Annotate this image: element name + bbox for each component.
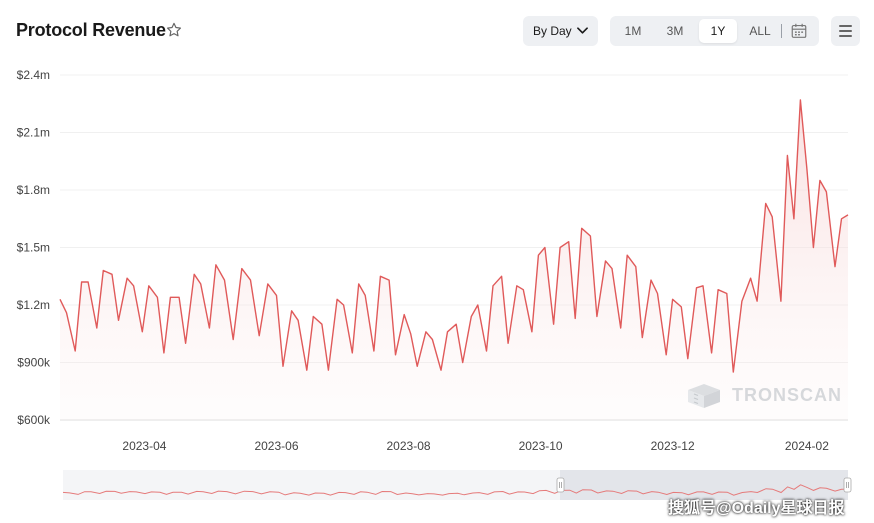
x-tick-label: 2023-04 (122, 439, 166, 453)
x-tick-label: 2023-10 (519, 439, 563, 453)
range-button-1m[interactable]: 1M (616, 19, 650, 43)
calendar-icon[interactable] (790, 22, 808, 40)
y-tick-label: $2.4m (17, 68, 50, 82)
range-button-all[interactable]: ALL (744, 19, 776, 43)
y-tick-label: $1.2m (17, 298, 50, 312)
interval-select[interactable]: By Day (523, 16, 598, 46)
y-tick-label: $2.1m (17, 126, 50, 140)
star-outline-icon[interactable] (165, 21, 183, 39)
range-divider (781, 24, 782, 38)
watermark-text: TRONSCAN (732, 385, 842, 405)
x-tick-label: 2023-06 (254, 439, 298, 453)
tronscan-logo-icon (688, 384, 720, 408)
y-tick-label: $1.8m (17, 183, 50, 197)
hamburger-menu-icon[interactable] (831, 16, 860, 46)
range-button-3m[interactable]: 3M (658, 19, 692, 43)
y-tick-label: $1.5m (17, 241, 50, 255)
x-tick-label: 2023-08 (387, 439, 431, 453)
range-selector: 1M 3M 1Y ALL (610, 16, 819, 46)
page-title: Protocol Revenue (16, 20, 166, 40)
range-button-1y[interactable]: 1Y (699, 19, 737, 43)
revenue-area-fill (60, 99, 848, 421)
overlay-caption: 搜狐号@Odaily星球日报 (668, 500, 845, 517)
x-tick-label: 2024-02 (785, 439, 829, 453)
interval-select-label: By Day (533, 24, 572, 38)
chart-header: Protocol Revenue By Day 1M 3M 1Y ALL (0, 0, 874, 62)
navigator-handle-left[interactable] (556, 477, 565, 493)
y-tick-label: $900k (17, 356, 51, 370)
x-tick-label: 2023-12 (651, 439, 695, 453)
revenue-line-chart: $600k $900k $1.2m $1.5m $1.8m $2.1m $2.4m 2023… (17, 68, 852, 500)
chevron-down-icon (577, 27, 588, 34)
y-tick-label: $600k (17, 413, 51, 427)
navigator-handle-right[interactable] (843, 477, 852, 493)
